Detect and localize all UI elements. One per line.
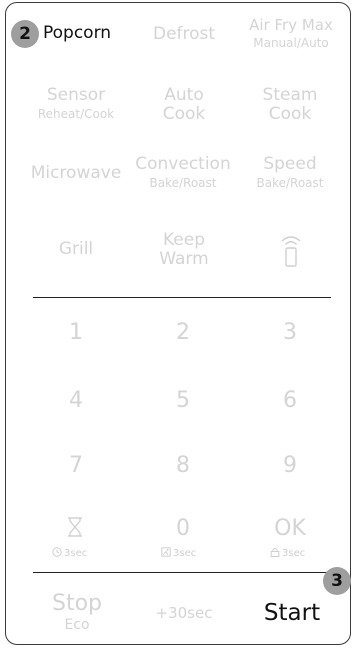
microwave-label: Microwave xyxy=(30,163,122,183)
keep-warm-button[interactable]: Keep Warm xyxy=(154,231,214,269)
hourglass-icon xyxy=(68,517,82,537)
digit-1-button[interactable]: 1 xyxy=(46,321,106,345)
convection-sublabel: Bake/Roast xyxy=(149,176,217,190)
sensor-label: Sensor xyxy=(46,85,106,105)
microwave-button[interactable]: Microwave xyxy=(30,164,122,183)
plus-30-sec-button[interactable]: +30sec xyxy=(148,604,220,623)
air-fry-max-label: Air Fry Max xyxy=(249,16,333,34)
digit-3-button[interactable]: 3 xyxy=(260,321,320,345)
steam-cook-label-line2: Cook xyxy=(268,104,312,124)
timer-hint-text: 3sec xyxy=(64,548,88,559)
speed-sublabel: Bake/Roast xyxy=(256,176,324,190)
eco-label: Eco xyxy=(64,617,90,633)
digit-5-button[interactable]: 5 xyxy=(153,389,213,413)
zero-hold-hint: 3sec xyxy=(161,547,196,560)
auto-cook-label-line2: Cook xyxy=(162,104,206,124)
timer-button[interactable] xyxy=(62,516,88,540)
speed-button[interactable]: Speed Bake/Roast xyxy=(250,154,330,191)
auto-cook-button[interactable]: Auto Cook xyxy=(155,86,213,124)
convection-button[interactable]: Convection Bake/Roast xyxy=(135,154,231,191)
child-lock-icon xyxy=(161,547,171,557)
lock-icon xyxy=(270,548,280,557)
digit-9-button[interactable]: 9 xyxy=(260,454,320,478)
popcorn-label: Popcorn xyxy=(43,23,112,43)
air-fry-max-button[interactable]: Air Fry Max Manual/Auto xyxy=(246,16,336,50)
digit-4-button[interactable]: 4 xyxy=(46,389,106,413)
stop-label: Stop xyxy=(51,591,102,616)
wifi-button[interactable] xyxy=(278,234,304,268)
zero-hint-text: 3sec xyxy=(173,548,197,559)
clock-icon xyxy=(52,547,62,557)
ok-button[interactable]: OK xyxy=(260,517,320,541)
digit-7-button[interactable]: 7 xyxy=(46,454,106,478)
ok-hint-text: 3sec xyxy=(282,548,306,559)
timer-hold-hint: 3sec xyxy=(52,547,87,560)
stop-eco-button[interactable]: Stop Eco xyxy=(42,591,112,634)
speed-label: Speed xyxy=(263,154,317,174)
wifi-signal-icon xyxy=(281,236,301,267)
divider-lower xyxy=(33,572,331,573)
divider-upper xyxy=(33,297,331,298)
grill-label: Grill xyxy=(58,239,94,259)
sensor-button[interactable]: Sensor Reheat/Cook xyxy=(30,85,122,122)
steam-cook-button[interactable]: Steam Cook xyxy=(260,86,320,124)
auto-cook-label-line1: Auto xyxy=(164,85,204,105)
defrost-label: Defrost xyxy=(153,24,216,44)
defrost-button[interactable]: Defrost xyxy=(153,25,215,44)
convection-label: Convection xyxy=(135,154,231,174)
start-button[interactable]: Start xyxy=(255,600,329,626)
air-fry-max-sublabel: Manual/Auto xyxy=(253,36,329,50)
popcorn-button[interactable]: Popcorn xyxy=(43,24,111,43)
sensor-sublabel: Reheat/Cook xyxy=(37,107,115,121)
plus-30-sec-label: +30sec xyxy=(155,604,213,622)
step-2-badge: 2 xyxy=(11,20,39,48)
digit-6-button[interactable]: 6 xyxy=(260,389,320,413)
digit-0-button[interactable]: 0 xyxy=(153,517,213,541)
start-label: Start xyxy=(263,600,321,626)
digit-8-button[interactable]: 8 xyxy=(153,454,213,478)
step-3-badge: 3 xyxy=(323,567,351,595)
keep-warm-label-line1: Keep xyxy=(162,230,205,250)
digit-2-button[interactable]: 2 xyxy=(153,321,213,345)
ok-hold-hint: 3sec xyxy=(270,547,305,560)
keep-warm-label-line2: Warm xyxy=(159,249,209,269)
steam-cook-label-line1: Steam xyxy=(262,85,318,105)
grill-button[interactable]: Grill xyxy=(48,240,104,259)
